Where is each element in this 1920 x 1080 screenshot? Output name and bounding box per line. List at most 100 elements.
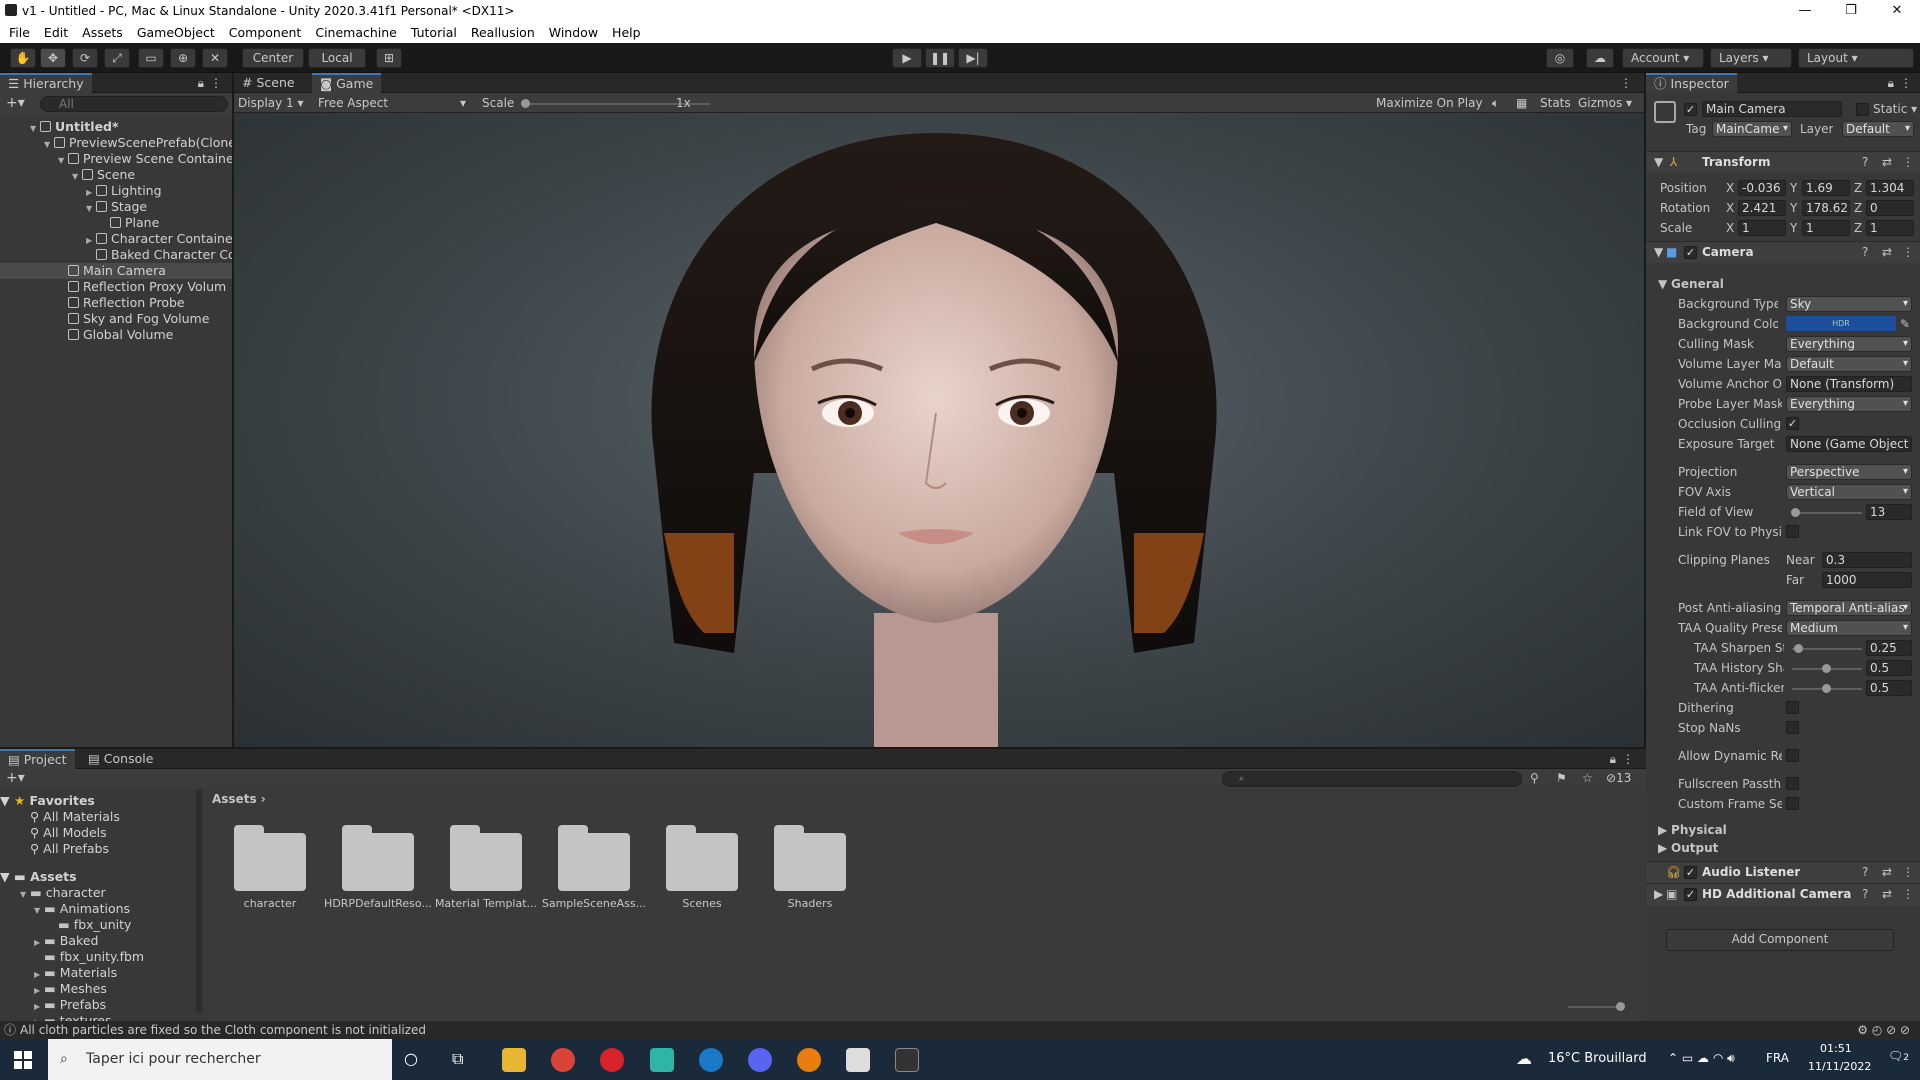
near-field[interactable]: 0.3 xyxy=(1822,552,1912,568)
game-render[interactable] xyxy=(234,113,1644,747)
hierarchy-item[interactable]: Sky and Fog Volume xyxy=(0,311,232,327)
transform-y-field[interactable]: 1.69 xyxy=(1802,180,1850,196)
menu-gameobject[interactable]: GameObject xyxy=(128,22,220,40)
projection-dropdown[interactable]: Perspective xyxy=(1786,464,1912,480)
far-field[interactable]: 1000 xyxy=(1822,572,1912,588)
weather-text[interactable]: 16°C Brouillard xyxy=(1548,1051,1647,1066)
status-icons[interactable]: ⚙ ◴ ⊘ ⊘ xyxy=(1857,1021,1910,1039)
tab-inspector[interactable]: ⓘ Inspector xyxy=(1646,73,1737,93)
transform-x-field[interactable]: -0.036 xyxy=(1738,180,1786,196)
taa-history-knob[interactable] xyxy=(1822,664,1831,673)
pivot-local-button[interactable]: Local xyxy=(308,48,366,68)
folder-icon[interactable] xyxy=(558,825,630,891)
display-dropdown[interactable]: Display 1 ▾ xyxy=(238,96,304,110)
minimize-button[interactable]: — xyxy=(1782,0,1828,22)
menu-cinemachine[interactable]: Cinemachine xyxy=(306,22,402,40)
step-button[interactable]: ▶| xyxy=(958,48,988,68)
aspect-dropdown[interactable]: Free Aspect ▾ xyxy=(318,96,468,110)
foldout-arrow-icon[interactable]: ▼ xyxy=(34,903,44,917)
camera-enabled-checkbox[interactable]: ✓ xyxy=(1684,246,1697,259)
probe-layer-dropdown[interactable]: Everything xyxy=(1786,396,1912,412)
occlusion-checkbox[interactable]: ✓ xyxy=(1786,417,1799,430)
pivot-center-button[interactable]: Center xyxy=(242,48,304,68)
fov-slider[interactable] xyxy=(1792,512,1862,514)
cloud-icon[interactable]: ☁ xyxy=(1586,48,1614,68)
fov-axis-dropdown[interactable]: Vertical xyxy=(1786,484,1912,500)
folder-label[interactable]: Scenes xyxy=(647,897,757,910)
account-dropdown[interactable]: Account ▾ xyxy=(1622,48,1704,68)
clock-time[interactable]: 01:51 xyxy=(1820,1042,1852,1055)
folder-icon[interactable] xyxy=(234,825,306,891)
kebab-menu-icon[interactable]: ⋮ xyxy=(1902,155,1914,169)
kebab-menu-icon[interactable]: ⋮ xyxy=(1900,76,1912,90)
tag-dropdown[interactable]: MainCame xyxy=(1712,121,1792,137)
opera-icon[interactable] xyxy=(600,1048,624,1072)
taa-history-field[interactable]: 0.5 xyxy=(1866,660,1912,676)
axis-x-label[interactable]: X xyxy=(1726,221,1734,235)
tab-project[interactable]: ▤ Project xyxy=(0,749,75,769)
favorite-star-icon[interactable]: ☆ xyxy=(1582,771,1593,785)
unity-editor-icon[interactable] xyxy=(895,1048,919,1072)
preset-icon[interactable]: ⇄ xyxy=(1882,155,1892,169)
cortana-icon[interactable]: ○ xyxy=(404,1049,418,1068)
menu-file[interactable]: File xyxy=(0,22,35,40)
mute-audio-icon[interactable]: 🔈︎ xyxy=(1492,96,1499,111)
maximize-button[interactable]: ❐ xyxy=(1828,0,1874,22)
kebab-menu-icon[interactable]: ⋮ xyxy=(1902,865,1914,879)
kebab-menu-icon[interactable]: ⋮ xyxy=(1902,887,1914,901)
foldout-arrow-icon[interactable]: ▼ xyxy=(20,887,30,901)
tab-hierarchy[interactable]: ☰ Hierarchy xyxy=(0,73,92,93)
folder-label[interactable]: Shaders xyxy=(755,897,865,910)
create-plus-icon[interactable]: +▾ xyxy=(6,770,25,786)
foldout-arrow-icon[interactable]: ▼ xyxy=(86,201,96,215)
exposure-field[interactable]: None (Game Object xyxy=(1786,436,1912,452)
language-indicator[interactable]: FRA xyxy=(1766,1051,1789,1065)
kebab-menu-icon[interactable]: ⋮ xyxy=(1620,76,1632,90)
foldout-arrow-icon[interactable]: ▼ xyxy=(30,121,40,135)
tab-game[interactable]: ◙ Game xyxy=(312,73,382,93)
folder-icon[interactable] xyxy=(342,825,414,891)
axis-y-label[interactable]: Y xyxy=(1790,201,1797,215)
add-component-button[interactable]: Add Component xyxy=(1666,929,1894,951)
hierarchy-item[interactable]: ▼ Untitled* xyxy=(0,119,232,135)
folder-label[interactable]: Material Templat... xyxy=(431,897,541,910)
transform-z-field[interactable]: 1.304 xyxy=(1866,180,1914,196)
project-search-input[interactable]: ⌕ xyxy=(1222,771,1522,787)
fov-field[interactable]: 13 xyxy=(1866,504,1912,520)
transform-z-field[interactable]: 0 xyxy=(1866,200,1914,216)
pause-button[interactable]: ❚❚ xyxy=(925,48,955,68)
menu-edit[interactable]: Edit xyxy=(35,22,73,40)
post-aa-dropdown[interactable]: Temporal Anti-alias xyxy=(1786,600,1912,616)
foldout-arrow-icon[interactable]: ▶ xyxy=(86,185,96,199)
axis-z-label[interactable]: Z xyxy=(1854,201,1862,215)
foldout-arrow-icon[interactable]: ▶ xyxy=(34,935,44,949)
volume-anchor-field[interactable]: None (Transform) xyxy=(1786,376,1912,392)
taa-quality-dropdown[interactable]: Medium xyxy=(1786,620,1912,636)
volume-layer-dropdown[interactable]: Default xyxy=(1786,356,1912,372)
create-plus-icon[interactable]: +▾ xyxy=(6,95,25,111)
culling-mask-dropdown[interactable]: Everything xyxy=(1786,336,1912,352)
grid-snap-icon[interactable]: ⊞ xyxy=(376,48,402,68)
tab-scene[interactable]: # Scene xyxy=(234,73,303,93)
clock-date[interactable]: 11/11/2022 xyxy=(1808,1060,1871,1073)
hierarchy-item[interactable]: Main Camera xyxy=(0,263,232,279)
eyedropper-icon[interactable]: ✎ xyxy=(1900,317,1910,331)
transform-x-field[interactable]: 1 xyxy=(1738,220,1786,236)
general-foldout[interactable]: ▼ General xyxy=(1658,277,1724,291)
unity-hub-icon[interactable] xyxy=(846,1048,870,1072)
hierarchy-item[interactable]: ▼ Preview Scene Containe xyxy=(0,151,232,167)
icon-size-slider[interactable] xyxy=(1568,1006,1620,1008)
help-icon[interactable]: ? xyxy=(1862,865,1868,879)
tab-console[interactable]: ▤ Console xyxy=(80,749,161,769)
taa-antiflicker-field[interactable]: 0.5 xyxy=(1866,680,1912,696)
breadcrumb[interactable]: Assets › xyxy=(212,792,266,806)
rotate-tool-icon[interactable]: ⟳ xyxy=(72,48,98,68)
gizmos-dropdown[interactable]: Gizmos ▾ xyxy=(1578,96,1632,110)
menu-assets[interactable]: Assets xyxy=(73,22,128,40)
scrollbar[interactable] xyxy=(196,789,202,1013)
static-dropdown[interactable]: Static ▾ xyxy=(1873,102,1917,116)
folder-label[interactable]: character xyxy=(215,897,325,910)
fov-slider-knob[interactable] xyxy=(1791,508,1800,517)
hierarchy-item[interactable]: ▶ Character Container xyxy=(0,231,232,247)
help-icon[interactable]: ? xyxy=(1862,887,1868,901)
